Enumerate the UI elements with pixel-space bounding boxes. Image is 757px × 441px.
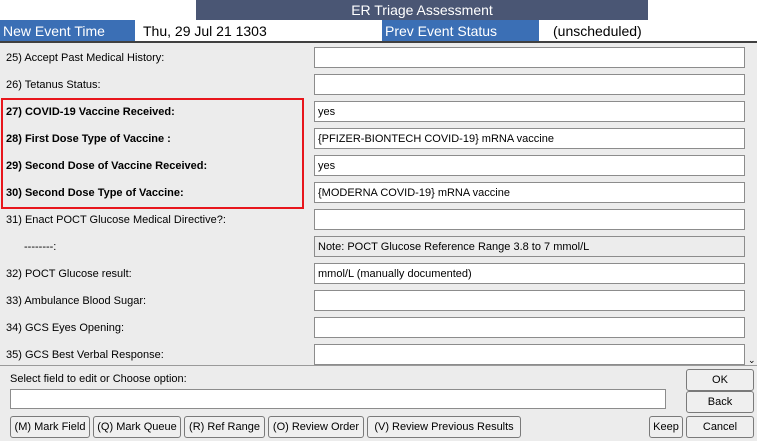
poct-glucose-result-field[interactable]: mmol/L (manually documented) xyxy=(314,263,745,284)
field-label: 32) POCT Glucose result: xyxy=(6,267,132,280)
prev-event-status-label: Prev Event Status xyxy=(382,20,539,41)
second-dose-type-field[interactable]: {MODERNA COVID-19} mRNA vaccine xyxy=(314,182,745,203)
form-row-29: 29) Second Dose of Vaccine Received: yes xyxy=(0,152,745,179)
first-dose-type-field[interactable]: {PFIZER-BIONTECH COVID-19} mRNA vaccine xyxy=(314,128,745,149)
accept-past-medical-history-field[interactable] xyxy=(314,47,745,68)
gcs-verbal-response-field[interactable] xyxy=(314,344,745,365)
form-row-35: 35) GCS Best Verbal Response: xyxy=(0,341,745,368)
form-row-28: 28) First Dose Type of Vaccine : {PFIZER… xyxy=(0,125,745,152)
command-panel: Select field to edit or Choose option: O… xyxy=(0,365,757,441)
form-row-note: --------: Note: POCT Glucose Reference R… xyxy=(0,233,745,260)
form-row-25: 25) Accept Past Medical History: xyxy=(0,44,745,71)
command-input[interactable] xyxy=(10,389,666,409)
form-row-32: 32) POCT Glucose result: mmol/L (manuall… xyxy=(0,260,745,287)
ok-button[interactable]: OK xyxy=(686,369,754,391)
review-previous-results-button[interactable]: (V) Review Previous Results xyxy=(367,416,521,438)
field-label: 30) Second Dose Type of Vaccine: xyxy=(6,186,184,199)
vertical-scrollbar[interactable]: ⌄ xyxy=(747,43,757,365)
window-title: ER Triage Assessment xyxy=(196,0,648,20)
chevron-down-icon[interactable]: ⌄ xyxy=(748,355,756,365)
field-label: 35) GCS Best Verbal Response: xyxy=(6,348,164,361)
form-row-26: 26) Tetanus Status: xyxy=(0,71,745,98)
form-row-27: 27) COVID-19 Vaccine Received: yes xyxy=(0,98,745,125)
field-label: 27) COVID-19 Vaccine Received: xyxy=(6,105,175,118)
field-label: 25) Accept Past Medical History: xyxy=(6,51,165,64)
covid-vaccine-received-field[interactable]: yes xyxy=(314,101,745,122)
ref-range-button[interactable]: (R) Ref Range xyxy=(184,416,265,438)
field-label: --------: xyxy=(24,240,57,253)
mark-queue-button[interactable]: (Q) Mark Queue xyxy=(93,416,181,438)
field-label: 31) Enact POCT Glucose Medical Directive… xyxy=(6,213,226,226)
form-row-30: 30) Second Dose Type of Vaccine: {MODERN… xyxy=(0,179,745,206)
tetanus-status-field[interactable] xyxy=(314,74,745,95)
cancel-button[interactable]: Cancel xyxy=(686,416,754,438)
form-row-34: 34) GCS Eyes Opening: xyxy=(0,314,745,341)
prev-event-status-value: (unscheduled) xyxy=(539,20,757,41)
field-label: 34) GCS Eyes Opening: xyxy=(6,321,125,334)
form-row-31: 31) Enact POCT Glucose Medical Directive… xyxy=(0,206,745,233)
ambulance-blood-sugar-field[interactable] xyxy=(314,290,745,311)
field-label: 26) Tetanus Status: xyxy=(6,78,101,91)
keep-button[interactable]: Keep xyxy=(649,416,683,438)
command-prompt: Select field to edit or Choose option: xyxy=(10,373,187,385)
second-dose-received-field[interactable]: yes xyxy=(314,155,745,176)
gcs-eyes-opening-field[interactable] xyxy=(314,317,745,338)
poct-glucose-note: Note: POCT Glucose Reference Range 3.8 t… xyxy=(314,236,745,257)
back-button[interactable]: Back xyxy=(686,391,754,413)
poct-glucose-directive-field[interactable] xyxy=(314,209,745,230)
review-order-button[interactable]: (O) Review Order xyxy=(268,416,364,438)
title-bar: ER Triage Assessment xyxy=(0,0,757,20)
field-label: 33) Ambulance Blood Sugar: xyxy=(6,294,147,307)
mark-field-button[interactable]: (M) Mark Field xyxy=(10,416,90,438)
form-row-33: 33) Ambulance Blood Sugar: xyxy=(0,287,745,314)
field-label: 28) First Dose Type of Vaccine : xyxy=(6,132,171,145)
new-event-time-label: New Event Time xyxy=(0,20,135,41)
new-event-time-value: Thu, 29 Jul 21 1303 xyxy=(135,20,382,41)
field-label: 29) Second Dose of Vaccine Received: xyxy=(6,159,208,172)
form-area: 25) Accept Past Medical History: 26) Tet… xyxy=(0,43,757,365)
